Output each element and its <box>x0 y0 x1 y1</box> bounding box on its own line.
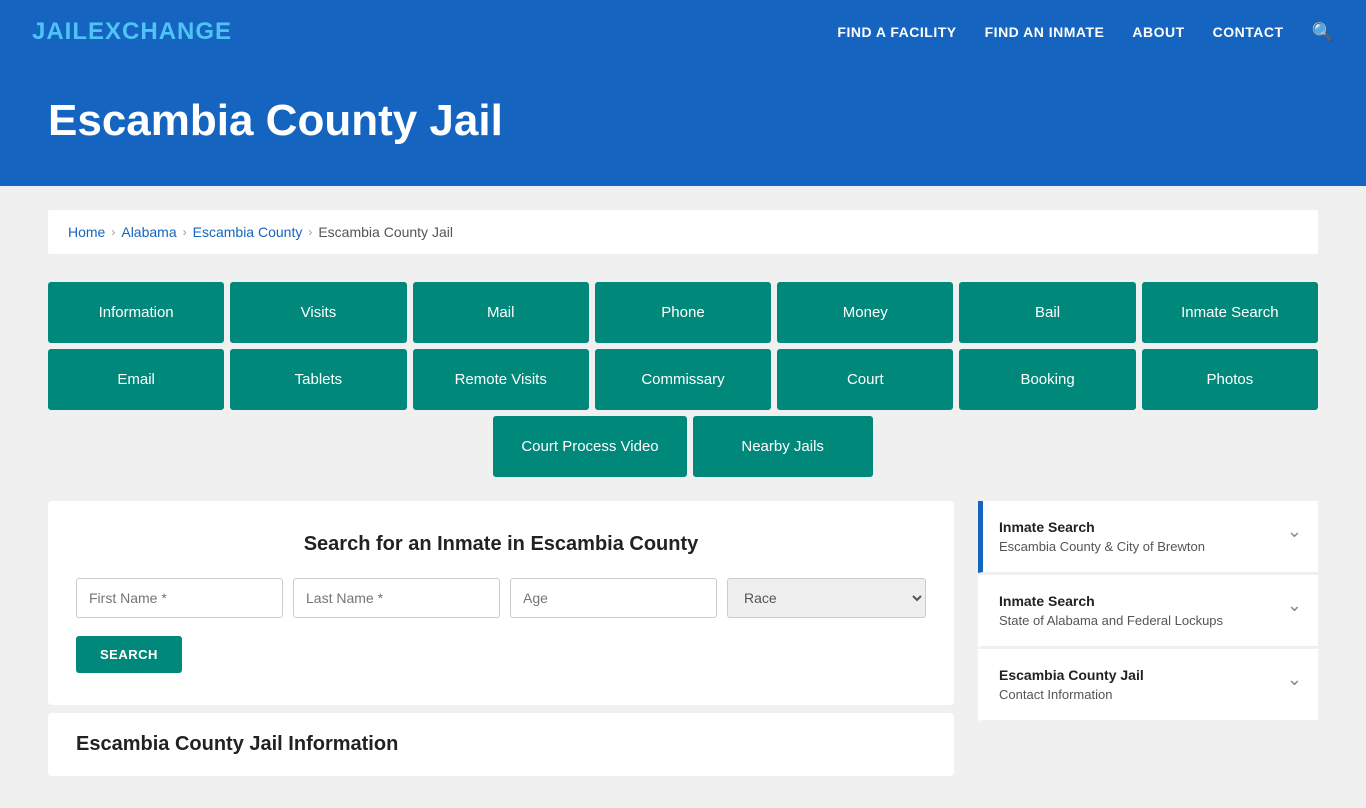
sidebar-item-subtitle-2: State of Alabama and Federal Lockups <box>999 613 1223 628</box>
btn-money[interactable]: Money <box>777 282 953 343</box>
sidebar-item-contact[interactable]: Escambia County Jail Contact Information… <box>978 649 1318 721</box>
first-name-input[interactable] <box>76 578 283 618</box>
breadcrumb-county[interactable]: Escambia County <box>193 224 303 240</box>
find-inmate-link[interactable]: FIND AN INMATE <box>985 24 1105 40</box>
lower-section: Search for an Inmate in Escambia County … <box>48 501 1318 776</box>
search-form-box: Search for an Inmate in Escambia County … <box>48 501 954 705</box>
sidebar-item-title-2: Inmate Search <box>999 593 1223 609</box>
sidebar-item-subtitle-1: Escambia County & City of Brewton <box>999 539 1205 554</box>
site-logo[interactable]: JAILEXCHANGE <box>32 18 232 46</box>
chevron-down-icon-1: ⌄ <box>1287 521 1302 542</box>
contact-link[interactable]: CONTACT <box>1213 24 1284 40</box>
btn-mail[interactable]: Mail <box>413 282 589 343</box>
about-link[interactable]: ABOUT <box>1132 24 1184 40</box>
breadcrumb-current: Escambia County Jail <box>318 224 453 240</box>
last-name-input[interactable] <box>293 578 500 618</box>
left-column: Search for an Inmate in Escambia County … <box>48 501 954 776</box>
btn-court-process-video[interactable]: Court Process Video <box>493 416 686 477</box>
search-button[interactable]: SEARCH <box>76 636 182 673</box>
age-input[interactable] <box>510 578 717 618</box>
breadcrumb-sep-3: › <box>308 225 312 239</box>
btn-remote-visits[interactable]: Remote Visits <box>413 349 589 410</box>
btn-court[interactable]: Court <box>777 349 953 410</box>
search-form-title: Search for an Inmate in Escambia County <box>76 533 926 556</box>
sidebar-item-subtitle-3: Contact Information <box>999 687 1144 702</box>
btn-commissary[interactable]: Commissary <box>595 349 771 410</box>
navbar: JAILEXCHANGE FIND A FACILITY FIND AN INM… <box>0 0 1366 64</box>
nav-links: FIND A FACILITY FIND AN INMATE ABOUT CON… <box>837 22 1334 43</box>
btn-inmate-search[interactable]: Inmate Search <box>1142 282 1318 343</box>
sidebar-item-title-3: Escambia County Jail <box>999 667 1144 683</box>
logo-exchange: EXCHANGE <box>88 18 232 45</box>
logo-jail: JAIL <box>32 18 88 45</box>
chevron-down-icon-3: ⌄ <box>1287 669 1302 690</box>
find-facility-link[interactable]: FIND A FACILITY <box>837 24 956 40</box>
sidebar: Inmate Search Escambia County & City of … <box>978 501 1318 721</box>
page-title: Escambia County Jail <box>48 96 1318 146</box>
breadcrumb-home[interactable]: Home <box>68 224 105 240</box>
breadcrumb-sep-2: › <box>183 225 187 239</box>
btn-booking[interactable]: Booking <box>959 349 1135 410</box>
chevron-down-icon-2: ⌄ <box>1287 595 1302 616</box>
btn-photos[interactable]: Photos <box>1142 349 1318 410</box>
breadcrumb-sep-1: › <box>111 225 115 239</box>
btn-phone[interactable]: Phone <box>595 282 771 343</box>
race-select[interactable]: Race White Black Hispanic Asian Other <box>727 578 926 618</box>
btn-email[interactable]: Email <box>48 349 224 410</box>
btn-visits[interactable]: Visits <box>230 282 406 343</box>
search-icon[interactable]: 🔍 <box>1312 22 1334 43</box>
breadcrumb: Home › Alabama › Escambia County › Escam… <box>48 210 1318 254</box>
sidebar-item-alabama[interactable]: Inmate Search State of Alabama and Feder… <box>978 575 1318 647</box>
search-inputs-row: Race White Black Hispanic Asian Other <box>76 578 926 618</box>
btn-information[interactable]: Information <box>48 282 224 343</box>
info-section-heading: Escambia County Jail Information <box>48 713 954 776</box>
hero-section: Escambia County Jail <box>0 64 1366 186</box>
btn-tablets[interactable]: Tablets <box>230 349 406 410</box>
sidebar-item-escambia[interactable]: Inmate Search Escambia County & City of … <box>978 501 1318 573</box>
sidebar-item-title-1: Inmate Search <box>999 519 1205 535</box>
nav-grid-row2: Email Tablets Remote Visits Commissary C… <box>48 349 1318 410</box>
btn-bail[interactable]: Bail <box>959 282 1135 343</box>
breadcrumb-state[interactable]: Alabama <box>121 224 176 240</box>
main-content: Home › Alabama › Escambia County › Escam… <box>0 186 1366 808</box>
nav-grid-row1: Information Visits Mail Phone Money Bail… <box>48 282 1318 343</box>
nav-grid-row3: Court Process Video Nearby Jails <box>48 416 1318 477</box>
btn-nearby-jails[interactable]: Nearby Jails <box>693 416 873 477</box>
